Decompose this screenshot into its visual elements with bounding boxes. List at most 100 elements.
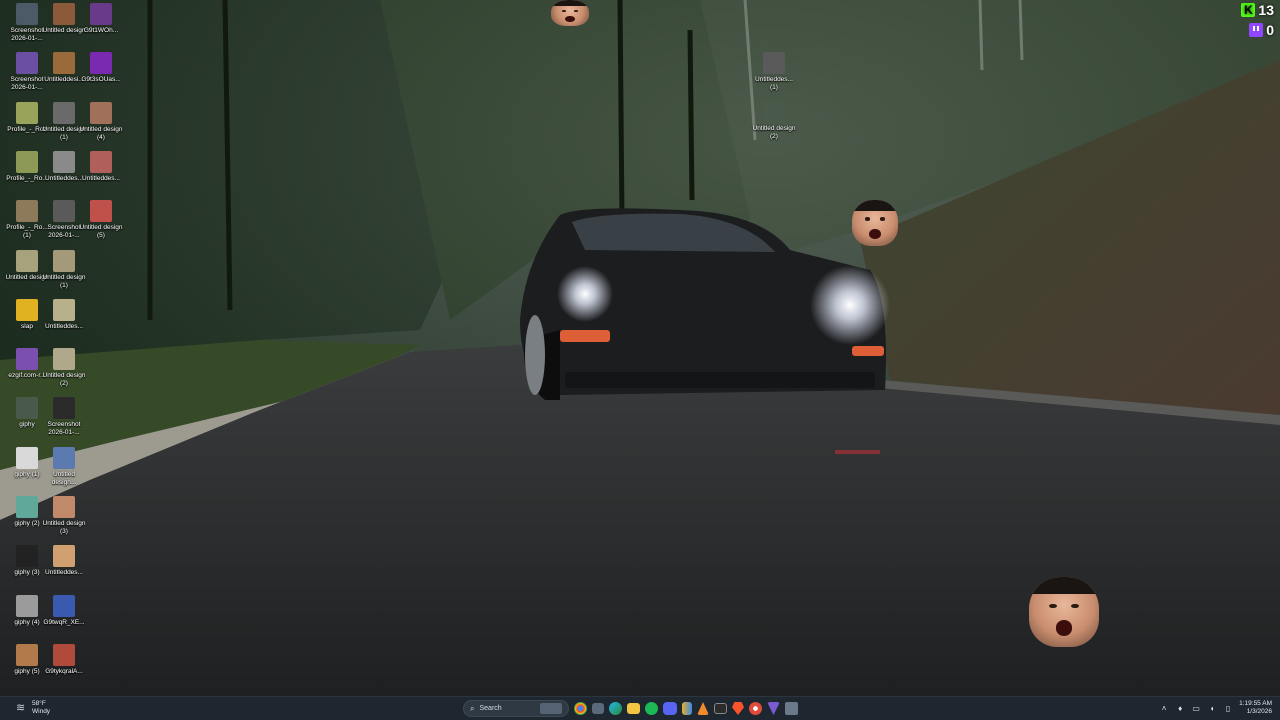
clock-date: 1/3/2026 bbox=[1246, 708, 1272, 715]
terminal-icon[interactable] bbox=[714, 703, 727, 714]
image-icon bbox=[90, 150, 112, 173]
image-icon bbox=[16, 298, 38, 321]
search-icon: ⌕ bbox=[470, 703, 475, 713]
clock-time: 1:19:55 AM bbox=[1239, 700, 1272, 707]
desktop-icon-label: Untitled design (2) bbox=[42, 372, 86, 388]
weather-widget[interactable]: ≋ 58°F Windy bbox=[16, 700, 50, 716]
wind-icon: ≋ bbox=[16, 702, 26, 714]
image-icon bbox=[763, 101, 785, 123]
gif-icon bbox=[16, 496, 38, 518]
desktop-icon[interactable]: G9t1WOh... bbox=[78, 3, 124, 35]
desktop-icon-label: Untitled design (5) bbox=[79, 224, 123, 240]
image-icon bbox=[53, 594, 75, 617]
screenshot-icon bbox=[53, 200, 75, 223]
image-icon bbox=[53, 249, 75, 272]
face-sticker bbox=[551, 0, 589, 26]
image-icon bbox=[16, 101, 38, 124]
desktop-icon-label: Untitleddes... bbox=[45, 322, 83, 330]
face-sticker bbox=[852, 200, 898, 246]
image-icon bbox=[90, 101, 112, 124]
gif-icon bbox=[16, 545, 38, 568]
desktop-icon[interactable]: Untitleddes... bbox=[41, 545, 87, 577]
image-icon bbox=[53, 52, 75, 75]
search-highlight-icon bbox=[540, 703, 562, 714]
clock[interactable]: 1:19:55 AM 1/3/2026 bbox=[1239, 700, 1272, 716]
kick-logo-icon: K bbox=[1241, 3, 1256, 17]
image-icon bbox=[763, 52, 785, 74]
discord-icon[interactable] bbox=[663, 702, 677, 715]
desktop-icon-label: Untitled design (2) bbox=[752, 125, 796, 140]
battery-icon[interactable]: ▯ bbox=[1223, 704, 1233, 713]
desktop-icon[interactable]: Untitled design (5) bbox=[78, 200, 124, 240]
desktop-icon[interactable]: Untitled design (2) bbox=[751, 101, 797, 141]
desktop-icon-label: Untitleddes... bbox=[82, 174, 120, 182]
taskbar: ≋ 58°F Windy ⌕ Search ˄ ♦ ▭ ◖ ▯ 1:19:55 … bbox=[0, 696, 1280, 720]
image-icon bbox=[90, 52, 112, 75]
vs-icon[interactable] bbox=[767, 702, 780, 715]
desktop-icon[interactable]: Untitled design... bbox=[41, 446, 87, 487]
gif-icon bbox=[16, 594, 38, 617]
desktop-icon-label: Untitleddes... (1) bbox=[755, 76, 793, 91]
desktop-icon-label: Untitled design (4) bbox=[79, 125, 123, 141]
app-icon[interactable] bbox=[785, 702, 798, 715]
vlc-icon[interactable] bbox=[697, 702, 709, 715]
weather-temp: 58°F bbox=[32, 700, 46, 707]
desktop-icon[interactable]: G9tykqralA... bbox=[41, 643, 87, 676]
desktop-icon[interactable]: Untitleddes... bbox=[78, 150, 124, 183]
desktop-icon[interactable]: G9twqR_XE... bbox=[41, 594, 87, 627]
desktop-icon[interactable]: Untitleddes... bbox=[41, 298, 87, 331]
image-icon bbox=[53, 150, 75, 173]
desktop-icon-label: Untitleddes... bbox=[45, 569, 83, 577]
desktop-icon[interactable]: Untitled design (1) bbox=[41, 249, 87, 290]
desktop-icon[interactable]: Untitled design (4) bbox=[78, 101, 124, 142]
files-icon[interactable] bbox=[682, 702, 692, 715]
network-icon[interactable]: ▭ bbox=[1191, 704, 1201, 713]
image-icon bbox=[16, 150, 38, 173]
desktop-icon[interactable]: Untitled design (2) bbox=[41, 348, 87, 388]
chevron-up-icon[interactable]: ˄ bbox=[1159, 704, 1169, 713]
desktop-icon[interactable]: Untitled design (3) bbox=[41, 496, 87, 536]
chrome-icon[interactable] bbox=[574, 702, 587, 715]
image-icon bbox=[53, 101, 75, 124]
desktop-icon-label: G9twqR_XE... bbox=[43, 618, 85, 626]
desktop-icon-label: Untitled design (1) bbox=[42, 273, 86, 289]
image-icon bbox=[16, 249, 38, 272]
desktop-icon-label: G9t3sOUas... bbox=[81, 76, 121, 84]
image-icon bbox=[53, 643, 75, 666]
system-tray: ˄ ♦ ▭ ◖ ▯ 1:19:55 AM 1/3/2026 bbox=[1159, 700, 1272, 716]
microphone-icon[interactable]: ♦ bbox=[1175, 704, 1185, 713]
desktop-icon-label: G9t1WOh... bbox=[83, 27, 119, 34]
volume-icon[interactable]: ◖ bbox=[1207, 704, 1217, 713]
start-button[interactable] bbox=[441, 700, 458, 717]
desktop-icon[interactable]: Screenshot 2026-01-... bbox=[41, 397, 87, 437]
weather-desc: Windy bbox=[32, 708, 51, 715]
screenshot-icon bbox=[53, 397, 75, 420]
desktop-icon[interactable]: Untitleddes... (1) bbox=[751, 52, 797, 92]
settings-icon[interactable] bbox=[749, 702, 762, 715]
image-icon bbox=[53, 446, 75, 469]
desktop-icon[interactable]: G9t3sOUas... bbox=[78, 52, 124, 84]
face-sticker bbox=[1029, 577, 1099, 647]
gif-icon bbox=[16, 446, 38, 469]
screenshot-icon bbox=[16, 52, 38, 75]
brave-icon[interactable] bbox=[732, 702, 744, 715]
search-placeholder: Search bbox=[479, 705, 502, 712]
image-icon bbox=[16, 200, 38, 223]
image-icon bbox=[53, 545, 75, 568]
taskbar-apps: ⌕ Search bbox=[441, 700, 798, 717]
spotify-icon[interactable] bbox=[645, 702, 658, 715]
image-icon bbox=[90, 200, 112, 223]
twitch-follower-counter: 0 bbox=[1249, 22, 1274, 38]
image-icon bbox=[53, 496, 75, 518]
task-view-icon[interactable] bbox=[592, 703, 604, 714]
twitch-logo-icon bbox=[1249, 23, 1264, 37]
file-explorer-icon[interactable] bbox=[627, 703, 640, 714]
image-icon bbox=[90, 3, 112, 25]
edge-icon[interactable] bbox=[609, 702, 622, 715]
desktop-icon-label: Screenshot 2026-01-... bbox=[47, 421, 81, 437]
kick-count: 13 bbox=[1258, 2, 1274, 18]
desktop-icon-label: Untitled design... bbox=[51, 470, 77, 486]
screenshot-icon bbox=[16, 3, 38, 25]
gif-icon bbox=[16, 397, 38, 420]
search-box[interactable]: ⌕ Search bbox=[463, 700, 569, 717]
